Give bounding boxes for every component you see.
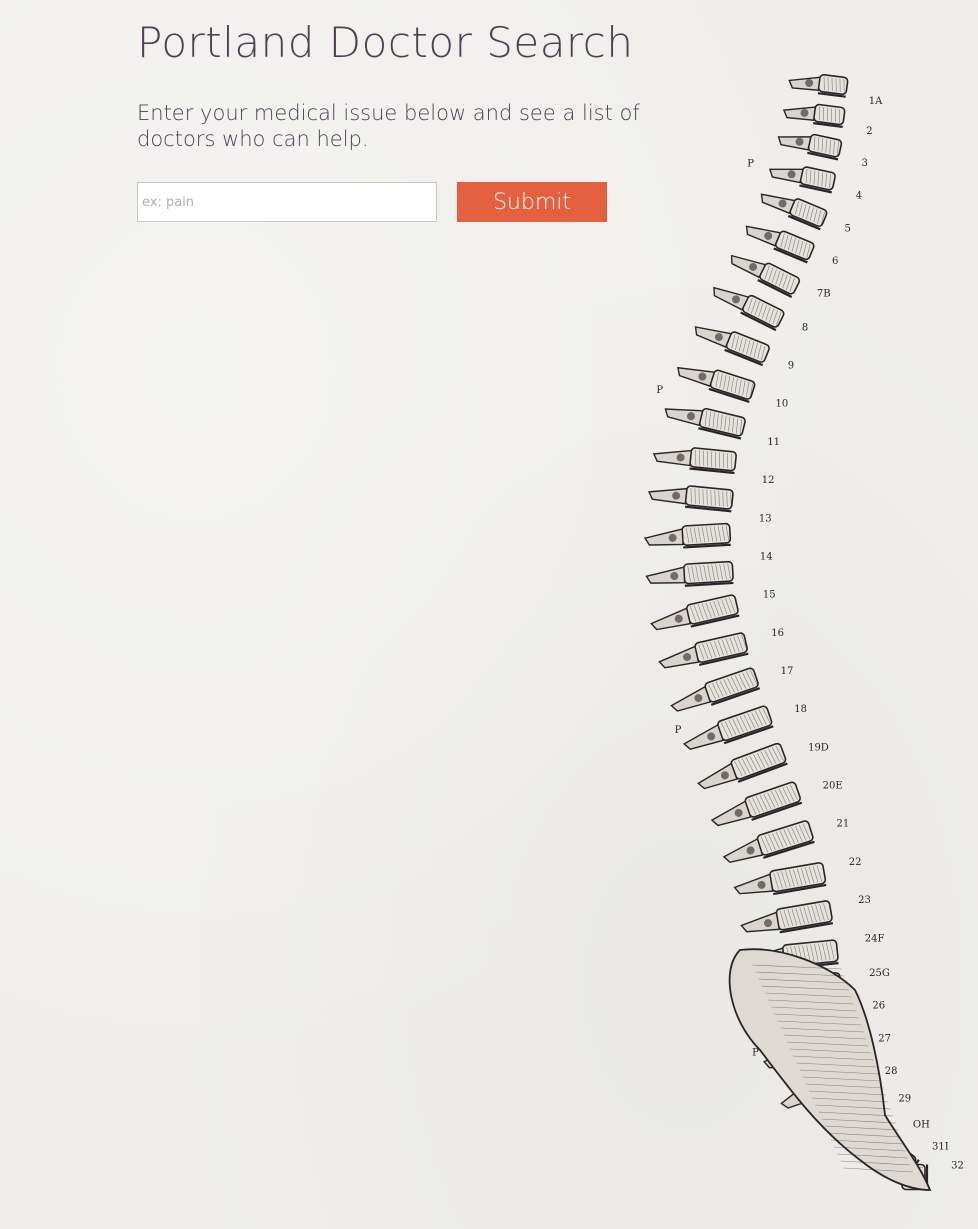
- spine-label-p: P: [675, 725, 682, 736]
- spine-label: 6: [832, 256, 838, 267]
- vertebra: [768, 166, 836, 194]
- spine-label: 25G: [869, 968, 890, 979]
- spine-label: 15: [763, 590, 776, 601]
- vertebra: [788, 73, 849, 98]
- spine-label: 4: [856, 191, 862, 202]
- spine-label: 22: [849, 857, 862, 868]
- spine-label: 9: [788, 361, 794, 372]
- vertebra: [643, 522, 732, 549]
- spine-label: 31I: [932, 1141, 949, 1152]
- spine-label: 29: [898, 1093, 911, 1104]
- vertebra: [645, 560, 734, 587]
- vertebra: [652, 447, 737, 475]
- spine-label: 20E: [823, 781, 843, 792]
- spine-label-p: P: [752, 1048, 759, 1059]
- vertebra: [733, 862, 827, 896]
- spine-label: 14: [760, 551, 773, 562]
- spine-illustration: 1A 2 3 4 5 6 7B 8 9 10 11 12 13 14 15 16 17 18 19D 20E 21 22 2…: [630, 60, 970, 1210]
- spine-label: 10: [776, 399, 789, 410]
- search-input[interactable]: [137, 182, 437, 222]
- spine-label: 8: [802, 322, 808, 333]
- spine-label: 24F: [865, 933, 885, 944]
- spine-label: OH: [913, 1120, 930, 1131]
- vertebra: [740, 900, 834, 934]
- vertebra: [658, 632, 749, 669]
- vertebra: [760, 193, 828, 231]
- sacrum: [728, 948, 932, 1191]
- spine-label: 19D: [808, 742, 829, 753]
- spine-label: 5: [844, 223, 850, 234]
- spine-label: 3: [862, 158, 868, 169]
- vertebra: [745, 225, 815, 264]
- vertebra: [650, 594, 740, 631]
- vertebra: [648, 485, 734, 513]
- submit-button[interactable]: Submit: [457, 182, 607, 222]
- spine-label: 17: [781, 666, 794, 677]
- spine-label: 28: [885, 1066, 898, 1077]
- spine-label: 23: [858, 895, 871, 906]
- vertebra: [694, 326, 770, 367]
- spine-label: 11: [767, 437, 780, 448]
- spine-label: 7B: [817, 289, 831, 300]
- spine-label: 32: [951, 1161, 964, 1172]
- vertebra: [682, 705, 774, 750]
- spine-drawing: 1A234567B8910111213141516171819D20E21222…: [643, 73, 964, 1191]
- page-title: Portland Doctor Search: [137, 18, 634, 67]
- spine-label: 12: [762, 475, 775, 486]
- spine-label: 26: [872, 1001, 885, 1012]
- vertebra: [710, 781, 803, 827]
- spine-label: 16: [771, 628, 784, 639]
- vertebra: [664, 407, 746, 440]
- vertebra: [670, 667, 761, 712]
- spine-label: 27: [878, 1033, 891, 1044]
- vertebra: [777, 133, 843, 161]
- spine-label: 21: [836, 819, 849, 830]
- vertebra: [722, 820, 815, 864]
- spine-label: 13: [759, 513, 772, 524]
- vertebra: [677, 366, 756, 403]
- vertebra: [697, 742, 788, 790]
- spine-label-p: P: [747, 158, 754, 169]
- spine-label-p: P: [656, 385, 663, 396]
- spine-label: 2: [866, 126, 872, 137]
- spine-label: 18: [794, 704, 807, 715]
- vertebra: [782, 103, 846, 128]
- spine-label: 1A: [869, 96, 883, 107]
